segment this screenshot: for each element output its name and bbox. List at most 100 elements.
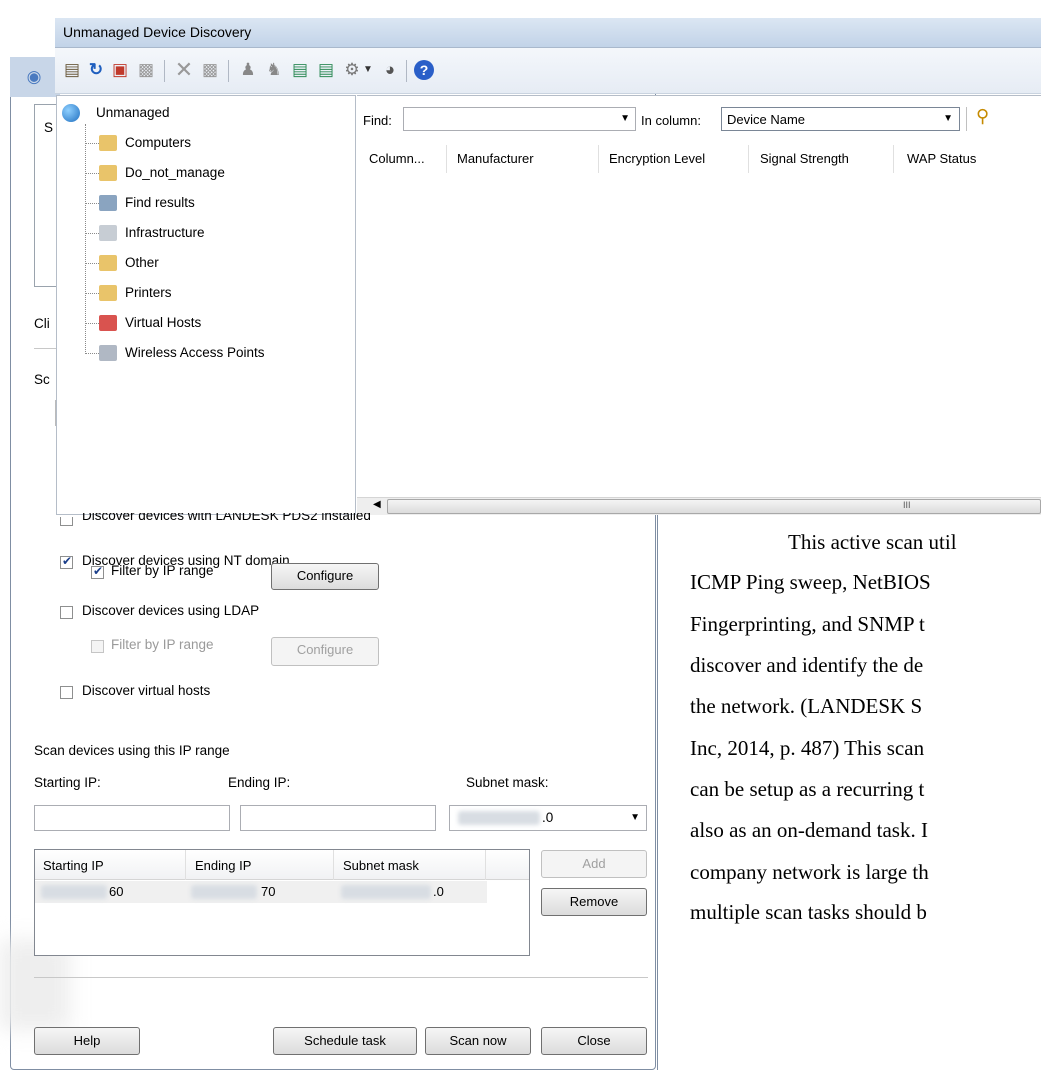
- help-button[interactable]: Help: [34, 1027, 140, 1055]
- dropdown-icon[interactable]: ▼: [362, 60, 374, 80]
- add-button[interactable]: Add: [541, 850, 647, 878]
- toolbar-separator: [228, 60, 229, 82]
- server-icon: [99, 225, 117, 241]
- move-icon[interactable]: ▩: [136, 60, 156, 80]
- scroll-left-icon[interactable]: ◀: [373, 499, 381, 510]
- tree-item-label: Computers: [125, 135, 192, 150]
- subnet-mask-label: Subnet mask:: [466, 775, 549, 790]
- nt-domain-checkbox[interactable]: [60, 554, 73, 569]
- row-end-ip: 70: [261, 884, 276, 899]
- row-subnet: .0: [433, 884, 444, 899]
- tree-root-label: Unmanaged: [96, 105, 170, 120]
- tree-item-label: Printers: [125, 285, 172, 300]
- configure-button[interactable]: Configure: [271, 563, 379, 590]
- close-button[interactable]: Close: [541, 1027, 647, 1055]
- db-export-icon[interactable]: ▤: [316, 60, 336, 80]
- search-icon[interactable]: ⚲: [976, 106, 989, 127]
- ending-ip-label: Ending IP:: [228, 775, 291, 790]
- delete-icon[interactable]: ✕: [174, 59, 194, 81]
- tree-item-do-not-manage[interactable]: Do_not_manage: [85, 163, 325, 183]
- underlay-divider: [34, 348, 56, 349]
- refresh-icon[interactable]: ↻: [86, 60, 106, 80]
- configure-disabled-button[interactable]: Configure: [271, 637, 379, 666]
- table-row[interactable]: 60 70 .0: [35, 881, 487, 903]
- find-label: Find:: [363, 113, 392, 128]
- tree-panel: [56, 95, 356, 515]
- starting-ip-input[interactable]: [34, 805, 230, 831]
- column-header[interactable]: Subnet mask: [343, 858, 419, 873]
- column-header[interactable]: Starting IP: [43, 858, 104, 873]
- agent-icon[interactable]: ♞: [264, 60, 284, 80]
- tree-item-wireless-access-points[interactable]: Wireless Access Points: [85, 343, 345, 363]
- globe-icon: [62, 104, 80, 122]
- tree-item-printers[interactable]: Printers: [85, 283, 325, 303]
- doc-line: the network. (LANDESK S: [690, 694, 923, 718]
- column-header[interactable]: Ending IP: [195, 858, 251, 873]
- nt-filter-checkbox[interactable]: [91, 564, 104, 579]
- folder-question-icon: [99, 255, 117, 271]
- remove-device-icon[interactable]: ▩: [200, 60, 220, 80]
- separator: [966, 107, 967, 131]
- disk-icon[interactable]: ◕: [380, 60, 400, 80]
- subnet-mask-select[interactable]: .0 ▼: [449, 805, 647, 831]
- ip-range-heading: Scan devices using this IP range: [34, 743, 230, 758]
- find-input[interactable]: ▼: [403, 107, 636, 131]
- help-icon[interactable]: ?: [414, 60, 434, 80]
- discover-icon[interactable]: ▤: [62, 60, 82, 80]
- table-header: Starting IP Ending IP Subnet mask: [35, 850, 529, 880]
- remove-button[interactable]: Remove: [541, 888, 647, 916]
- ip-range-table[interactable]: Starting IP Ending IP Subnet mask 60 70 …: [34, 849, 530, 956]
- column-header[interactable]: Encryption Level: [609, 151, 705, 166]
- tree-item-label: Infrastructure: [125, 225, 205, 240]
- column-header[interactable]: Column...: [369, 151, 425, 166]
- column-header[interactable]: WAP Status: [907, 151, 976, 166]
- app-icon: ◉: [26, 67, 42, 86]
- folder-computer-icon: [99, 135, 117, 151]
- row-start-ip: 60: [109, 884, 124, 899]
- toolbar-separator: [164, 60, 165, 82]
- tree-item-virtual-hosts[interactable]: Virtual Hosts: [85, 313, 325, 333]
- tree-item-computers[interactable]: Computers: [85, 133, 325, 153]
- column-header[interactable]: Signal Strength: [760, 151, 849, 166]
- footer-divider: [34, 977, 648, 978]
- doc-line: Fingerprinting, and SNMP t: [690, 612, 925, 636]
- underlay-label-1: S: [44, 120, 54, 135]
- doc-line: multiple scan tasks should b: [690, 900, 927, 924]
- pds2-label: Discover devices with LANDESK PDS2 insta…: [82, 513, 371, 523]
- tree-item-label: Wireless Access Points: [125, 345, 265, 360]
- scan-now-button[interactable]: Scan now: [425, 1027, 531, 1055]
- tree-item-infrastructure[interactable]: Infrastructure: [85, 223, 325, 243]
- tree-item-find-results[interactable]: Find results: [85, 193, 325, 213]
- scroll-thumb[interactable]: III: [387, 499, 1041, 514]
- underlay-label-3: Sc: [34, 372, 50, 387]
- chevron-down-icon[interactable]: ▼: [620, 113, 630, 124]
- doc-line: ICMP Ping sweep, NetBIOS: [690, 570, 931, 594]
- tree-root[interactable]: Unmanaged: [62, 104, 262, 124]
- virtual-hosts-checkbox[interactable]: [60, 686, 73, 699]
- chevron-down-icon[interactable]: ▼: [630, 812, 640, 823]
- db-icon[interactable]: ▤: [290, 60, 310, 80]
- schedule-task-button[interactable]: Schedule task: [273, 1027, 417, 1055]
- ending-ip-input[interactable]: [240, 805, 436, 831]
- virtual-hosts-icon: [99, 315, 117, 331]
- chevron-down-icon[interactable]: ▼: [943, 113, 953, 124]
- horizontal-scrollbar[interactable]: ◀ III: [357, 497, 1041, 515]
- printer-icon: [99, 285, 117, 301]
- toolbar-separator: [406, 60, 407, 82]
- folder-question-icon: [99, 165, 117, 181]
- doc-line: This active scan util: [788, 530, 957, 554]
- tools-icon[interactable]: ⚙: [342, 60, 362, 80]
- doc-line: Inc, 2014, p. 487) This scan: [690, 736, 925, 760]
- column-select[interactable]: Device Name ▼: [721, 107, 960, 131]
- tree-item-other[interactable]: Other: [85, 253, 325, 273]
- column-header[interactable]: Manufacturer: [457, 151, 534, 166]
- find-results-icon: [99, 195, 117, 211]
- pds2-checkbox[interactable]: [60, 517, 73, 526]
- person-icon[interactable]: ♟: [238, 60, 258, 80]
- ldap-filter-checkbox[interactable]: [91, 640, 104, 653]
- in-column-label: In column:: [641, 113, 701, 128]
- doc-line: company network is large th: [690, 860, 929, 884]
- folder-icon[interactable]: ▣: [110, 60, 130, 80]
- doc-line: discover and identify the de: [690, 653, 924, 677]
- ldap-checkbox[interactable]: [60, 606, 73, 619]
